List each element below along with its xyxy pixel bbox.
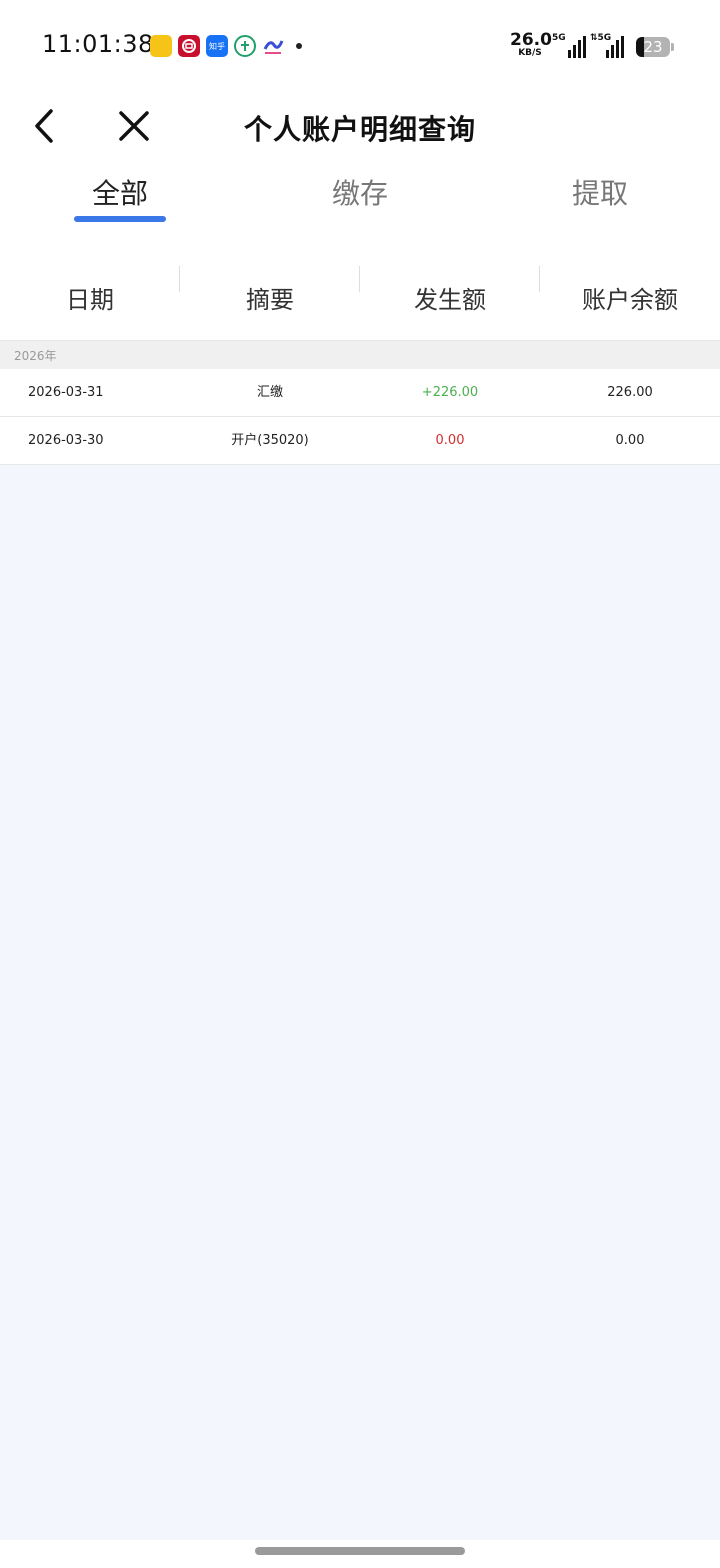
row-date: 2026-03-30 [28, 433, 104, 448]
page-title: 个人账户明细查询 [243, 113, 476, 146]
app-icon-yellow [150, 35, 172, 57]
row-date: 2026-03-31 [28, 385, 104, 400]
table-header: 日期 摘要 发生额 账户余额 [0, 238, 720, 340]
table-row[interactable]: 2026-03-31 汇缴 +226.00 226.00 [0, 369, 720, 417]
header-summary: 摘要 [246, 286, 294, 314]
sim2-signal-icon: ⇅5G [590, 33, 624, 58]
row-amount: 0.00 [435, 433, 465, 448]
active-tab-indicator [74, 216, 166, 222]
tab-all[interactable]: 全部 [0, 172, 240, 212]
header-date: 日期 [66, 286, 114, 314]
sim1-label: 5G [552, 33, 566, 43]
header-balance: 账户余额 [582, 286, 678, 314]
row-amount: +226.00 [421, 385, 479, 400]
nav-bar: 个人账户明细查询 [0, 92, 720, 162]
header-amount: 发生额 [414, 286, 486, 314]
battery-cap [671, 43, 674, 51]
year-group-header: 2026年 [0, 340, 720, 369]
tab-bar: 全部 缴存 提取 [0, 162, 720, 238]
tab-deposit[interactable]: 缴存 [240, 172, 480, 212]
net-speed: 26.0 KB/S [510, 30, 552, 58]
row-balance: 0.00 [615, 433, 645, 448]
status-time: 11:01:38 [42, 30, 154, 58]
green-circle-icon [234, 35, 256, 57]
tab-withdraw[interactable]: 提取 [480, 172, 720, 212]
more-notifications-dot [296, 43, 302, 49]
net-speed-unit: KB/S [518, 48, 542, 58]
row-summary: 汇缴 [256, 385, 283, 400]
zhihu-icon: 知乎 [206, 35, 228, 57]
page: 11:01:38 知乎 26.0 KB/S 5G ⇅5G 23 个人账户明细查询… [0, 0, 720, 1568]
status-bar: 11:01:38 知乎 26.0 KB/S 5G ⇅5G 23 [0, 0, 720, 92]
battery-icon: 23 [636, 37, 670, 57]
colorful-app-icon [262, 35, 284, 57]
notification-icons: 知乎 [150, 35, 302, 57]
sim1-signal-icon: 5G [552, 33, 586, 58]
row-summary: 开户(35020) [231, 433, 309, 448]
table-row[interactable]: 2026-03-30 开户(35020) 0.00 0.00 [0, 417, 720, 465]
net-speed-value: 26.0 [510, 30, 552, 50]
year-group-label: 2026年 [14, 349, 57, 363]
home-indicator[interactable] [255, 1547, 465, 1555]
bank-icon [178, 35, 200, 57]
battery-level: 23 [643, 38, 663, 56]
row-balance: 226.00 [607, 385, 653, 400]
